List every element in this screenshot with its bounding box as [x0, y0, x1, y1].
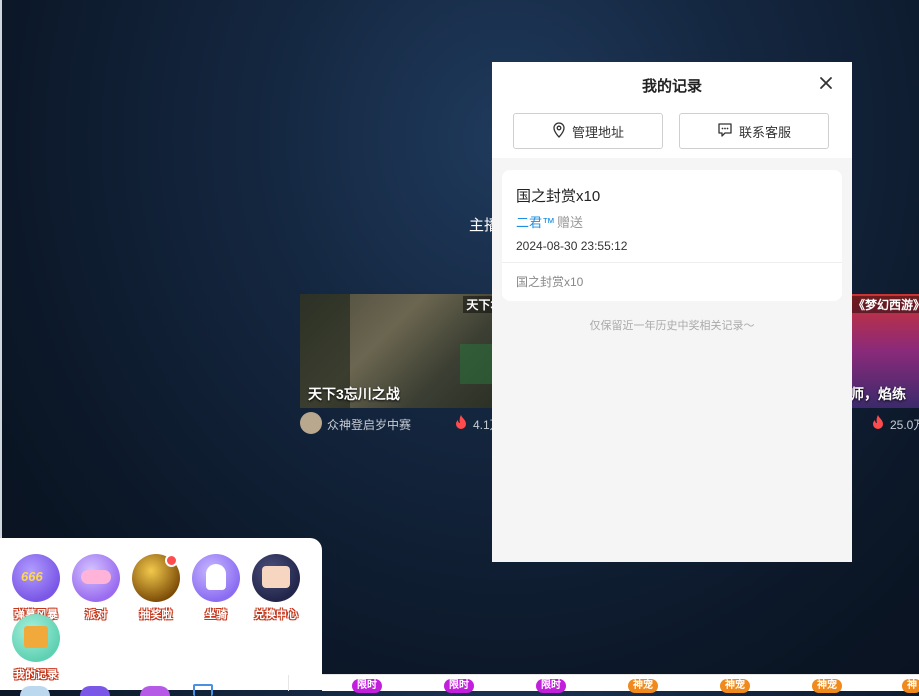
unicorn-icon [192, 554, 240, 602]
gift-bar: 限时 限时 限时 神宠 神宠 神宠 神 [288, 674, 919, 693]
activity-label: 坐骑 [205, 609, 227, 621]
record-detail: 国之封赏x10 [516, 275, 584, 289]
game-tag: 《梦幻西游》手游 [850, 296, 919, 313]
activity-party[interactable]: 派对 [70, 554, 122, 621]
limited-badge: 限时 [352, 679, 382, 693]
activity-label: 我的记录 [14, 669, 58, 681]
activity-lottery[interactable]: 抽奖啦 [130, 554, 182, 621]
records-icon [12, 614, 60, 662]
pet-badge: 神宠 [628, 679, 658, 693]
limited-badge: 限时 [444, 679, 474, 693]
activity-icon-partial [80, 686, 110, 696]
record-gift-name: 国之封赏x10 [516, 188, 601, 205]
streamer-name[interactable]: 众神登启岁中赛 [327, 416, 411, 433]
lottery-icon [132, 554, 180, 602]
record-action: 赠送 [557, 215, 584, 230]
retention-note: 仅保留近一年历史中奖相关记录～ [589, 320, 755, 332]
chat-bubble-icon [717, 122, 733, 140]
danmu-storm-icon: 666 [12, 554, 60, 602]
activity-panel: 666 弹幕风暴 派对 抽奖啦 坐骑 兑换中心 我的记录 [0, 538, 322, 696]
stream-thumbnail[interactable]: 《梦幻西游》手游 师，焰练 [850, 294, 919, 408]
stream-card[interactable]: 天下3 天下3忘川之战 众神登启岁中赛 4.1万 [300, 294, 502, 434]
activity-exchange[interactable]: 兑换中心 [250, 554, 302, 621]
party-mask-icon [72, 554, 120, 602]
modal-header: 我的记录 管理地址 联系客服 [492, 62, 852, 158]
activity-mount[interactable]: 坐骑 [190, 554, 242, 621]
activity-label: 兑换中心 [254, 609, 298, 621]
activity-label: 抽奖啦 [139, 609, 173, 621]
notification-dot [165, 554, 178, 567]
divider [502, 262, 842, 263]
heat-count: 25.0万 [890, 418, 919, 432]
records-modal: 我的记录 管理地址 联系客服 国之封赏x10 二君™ 赠送 2024-08-30… [492, 62, 852, 562]
activity-icon-partial [20, 686, 50, 696]
location-pin-icon [552, 121, 566, 141]
activity-danmu[interactable]: 666 弹幕风暴 [10, 554, 62, 621]
activity-icon-partial [140, 686, 170, 696]
manage-address-button[interactable]: 管理地址 [513, 113, 663, 149]
close-icon[interactable] [818, 75, 834, 91]
stream-thumbnail[interactable]: 天下3 天下3忘川之战 [300, 294, 500, 408]
avatar[interactable] [300, 412, 322, 434]
stream-title: 师，焰练 [850, 386, 906, 402]
heat-icon [455, 415, 467, 432]
contact-service-button[interactable]: 联系客服 [679, 113, 829, 149]
record-item: 国之封赏x10 二君™ 赠送 2024-08-30 23:55:12 国之封赏x… [502, 170, 842, 301]
pet-badge: 神 [902, 679, 919, 693]
stream-card[interactable]: 《梦幻西游》手游 师，焰练 25.0万 [850, 294, 919, 434]
pet-badge: 神宠 [720, 679, 750, 693]
pet-badge: 神宠 [812, 679, 842, 693]
limited-badge: 限时 [536, 679, 566, 693]
record-timestamp: 2024-08-30 23:55:12 [516, 239, 628, 253]
activity-icon-partial [193, 684, 213, 696]
contact-service-label: 联系客服 [738, 124, 791, 140]
exchange-icon [252, 554, 300, 602]
manage-address-label: 管理地址 [571, 124, 624, 140]
activity-label: 派对 [85, 609, 107, 621]
record-sender[interactable]: 二君™ [516, 212, 555, 231]
modal-title: 我的记录 [641, 78, 702, 95]
stream-title: 天下3忘川之战 [308, 386, 400, 402]
heat-icon [872, 415, 884, 432]
activity-records[interactable]: 我的记录 [10, 614, 62, 681]
